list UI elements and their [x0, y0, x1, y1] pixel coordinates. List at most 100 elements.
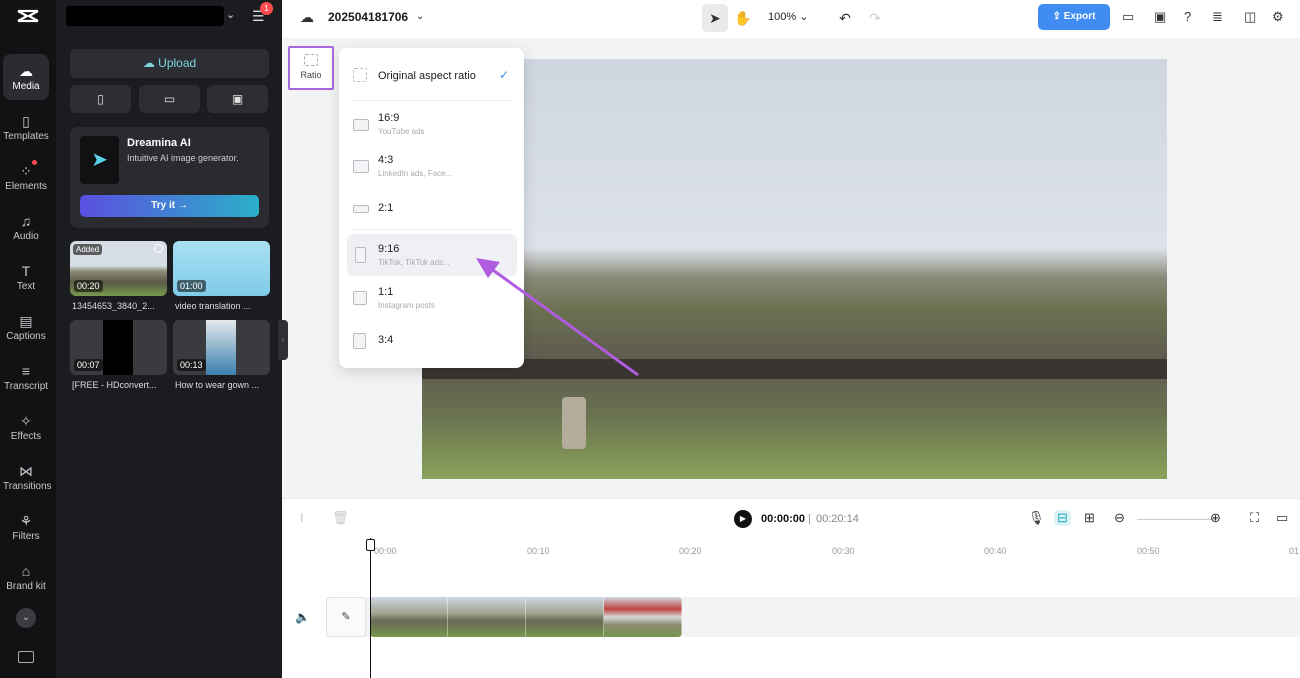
ratio-option-desc: LinkedIn ads, Face...: [378, 169, 453, 178]
settings-gear-icon[interactable]: ⚙: [1272, 9, 1284, 25]
upload-button[interactable]: ☁ Upload: [70, 49, 269, 78]
nav-item-transcript[interactable]: ≡ Transcript: [3, 354, 49, 400]
video-clip[interactable]: [370, 597, 682, 637]
divider: [351, 100, 513, 101]
ratio-9-16-icon: [355, 247, 366, 263]
nav-item-filters[interactable]: ⚘ Filters: [3, 504, 49, 550]
ratio-option-2-1[interactable]: 2:1: [347, 190, 517, 228]
timeline-tick: 00:50: [1137, 546, 1160, 556]
zoom-in-icon[interactable]: ⊕: [1210, 510, 1221, 526]
record-video-button[interactable]: ▭: [139, 85, 200, 113]
ratio-option-1-1[interactable]: 1:1 Instagram posts: [347, 280, 517, 318]
microphone-icon[interactable]: 🎙: [1028, 510, 1045, 526]
zoom-dropdown[interactable]: 100% ⌄: [768, 10, 808, 23]
hand-tool-button[interactable]: ✋: [730, 4, 756, 32]
display-icon[interactable]: ▭: [1276, 510, 1288, 526]
ratio-option-original[interactable]: Original aspect ratio ✓: [347, 56, 517, 94]
nav-item-label: Templates: [3, 131, 49, 142]
nav-item-templates[interactable]: ▯ Templates: [3, 104, 49, 150]
zoom-slider[interactable]: [1137, 519, 1217, 520]
ratio-option-name: 9:16: [378, 243, 400, 255]
monitor-icon[interactable]: ▭: [1122, 9, 1134, 25]
ratio-option-9-16[interactable]: 9:16 TikTok, TikTok ads...: [347, 234, 517, 276]
nav-item-label: Brand kit: [6, 581, 46, 592]
media-caption: 13454653_3840_2...: [72, 301, 155, 311]
collapse-panel-handle[interactable]: ‹: [278, 320, 288, 360]
timeline-tick: 01: [1289, 546, 1300, 556]
info-icon[interactable]: [154, 244, 163, 253]
nav-item-media[interactable]: ☁ Media: [3, 54, 49, 100]
timeline-tick: 00:20: [679, 546, 702, 556]
ratio-option-name: 3:4: [378, 334, 394, 346]
cloud-sync-icon[interactable]: ☁: [300, 9, 314, 26]
fullscreen-icon[interactable]: ⛶: [1250, 510, 1259, 526]
ratio-button[interactable]: Ratio: [288, 46, 334, 90]
undo-button[interactable]: ↶: [832, 4, 858, 32]
try-it-button[interactable]: Try it →: [80, 195, 259, 217]
media-thumbnail[interactable]: Added 00:20: [70, 241, 167, 296]
ratio-dropdown-menu: Original aspect ratio ✓ 16:9 YouTube ads…: [339, 48, 524, 368]
media-caption: How to wear gown ...: [175, 380, 260, 390]
ratio-option-desc: Instagram posts: [378, 301, 435, 310]
chevron-down-icon[interactable]: ⌄: [226, 8, 235, 21]
dreamina-promo-card: ➤ Dreamina AI Intuitive AI image generat…: [70, 127, 269, 228]
more-chevron-icon[interactable]: ⌄: [16, 608, 36, 628]
clip-frame: [604, 597, 682, 637]
ratio-option-name: 16:9: [378, 112, 400, 124]
layout-icon[interactable]: ◫: [1244, 9, 1256, 25]
notification-badge: 1: [260, 2, 273, 15]
delete-icon[interactable]: 🗑: [332, 510, 349, 526]
nav-item-label: Audio: [13, 231, 39, 242]
nav-item-captions[interactable]: ▤ Captions: [3, 304, 49, 350]
help-icon[interactable]: ?: [1184, 9, 1191, 24]
ratio-option-name: 2:1: [378, 202, 394, 214]
zoom-out-icon[interactable]: ⊖: [1114, 510, 1125, 526]
keyboard-icon[interactable]: [18, 651, 34, 663]
nav-item-brand-kit[interactable]: ⌂ Brand kit: [3, 554, 49, 602]
speaker-icon[interactable]: 🔈: [295, 610, 310, 624]
project-title[interactable]: 202504181706: [328, 10, 408, 24]
top-bar: ☁ 202504181706 ⌄ ➤ ✋ 100% ⌄ ↶ ↷ ⇪ Export…: [282, 0, 1300, 38]
aspect-ratio-icon: [304, 54, 318, 66]
media-panel: ⌄ ☰ 1 ☁ Upload ▯ ▭ ▣ ➤ Dreamina AI Intui…: [56, 0, 282, 678]
dreamina-logo-icon: ➤: [80, 136, 119, 184]
camera-icon: ▭: [163, 92, 176, 106]
total-time: 00:20:14: [816, 513, 859, 525]
split-screen-icon[interactable]: ⊞: [1084, 510, 1095, 526]
select-tool-button[interactable]: ➤: [702, 4, 728, 32]
screen-record-button[interactable]: ▣: [207, 85, 268, 113]
check-icon: ✓: [499, 68, 510, 82]
play-button[interactable]: ▶: [734, 510, 752, 528]
chevron-down-icon[interactable]: ⌄: [416, 11, 424, 22]
playhead-handle[interactable]: [366, 539, 375, 551]
nav-item-elements[interactable]: ⁘ Elements: [3, 154, 49, 200]
nav-item-effects[interactable]: ✧ Effects: [3, 404, 49, 450]
export-button[interactable]: ⇪ Export: [1038, 4, 1110, 30]
edit-cover-button[interactable]: ✎: [326, 597, 366, 637]
brand-kit-icon: ⌂: [21, 563, 31, 579]
task-list-icon[interactable]: ☰ 1: [252, 2, 273, 25]
capcut-logo-icon[interactable]: [15, 6, 41, 28]
media-thumbnail[interactable]: 00:13: [173, 320, 270, 375]
nav-item-transitions[interactable]: ⋈ Transitions: [3, 454, 52, 500]
phone-icon: ▯: [97, 92, 104, 106]
workspace-name-redacted[interactable]: [66, 6, 224, 26]
ratio-option-4-3[interactable]: 4:3 LinkedIn ads, Face...: [347, 148, 517, 186]
split-icon[interactable]: I: [300, 510, 304, 525]
media-thumbnail[interactable]: 01:00: [173, 241, 270, 296]
nav-item-audio[interactable]: ♫ Audio: [3, 204, 49, 250]
video-preview[interactable]: [422, 59, 1167, 479]
timeline-tick: 00:10: [527, 546, 550, 556]
ratio-option-3-4[interactable]: 3:4: [347, 322, 517, 360]
nav-item-text[interactable]: T Text: [3, 254, 49, 300]
video-frame: [103, 320, 133, 375]
nav-item-label: Filters: [12, 531, 40, 542]
layers-icon[interactable]: ≣: [1212, 9, 1223, 25]
redo-button[interactable]: ↷: [862, 4, 888, 32]
ratio-option-16-9[interactable]: 16:9 YouTube ads: [347, 106, 517, 144]
phone-upload-button[interactable]: ▯: [70, 85, 131, 113]
media-thumbnail[interactable]: 00:07: [70, 320, 167, 375]
feedback-icon[interactable]: ▣: [1154, 9, 1166, 25]
auto-snap-icon[interactable]: ⊟: [1054, 510, 1071, 526]
playhead[interactable]: [370, 538, 371, 678]
